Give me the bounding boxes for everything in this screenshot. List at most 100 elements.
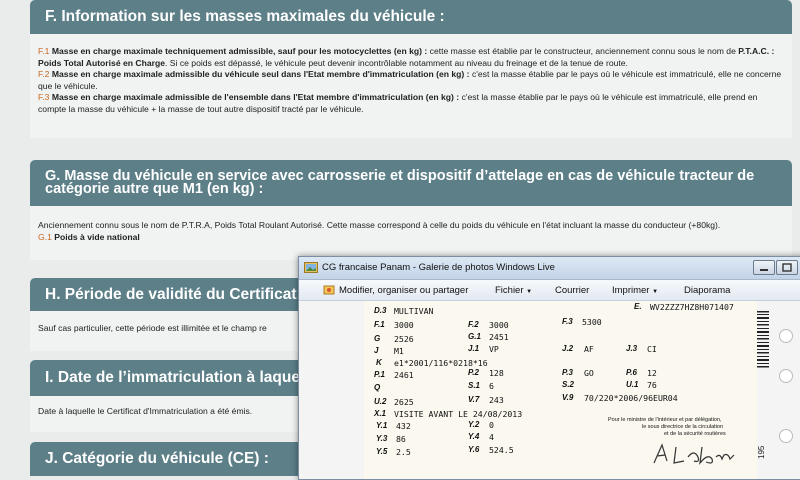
code-f2: F.2	[38, 69, 50, 79]
registration-card-photo: D.3 MULTIVAN E. WV2ZZZ7HZ8H071407 F.1 30…	[364, 301, 757, 479]
card-label-v7: V.7	[468, 395, 480, 404]
card-label-g: G	[374, 334, 381, 343]
section-f-body: F.1 Masse en charge maximale techniqueme…	[30, 34, 792, 138]
prefet-line-3: et de la sécurité routières	[664, 431, 726, 437]
card-label-e: E.	[634, 302, 642, 311]
menu-print-label: Imprimer	[612, 285, 650, 296]
binder-hole	[779, 429, 793, 443]
card-label-s1: S.1	[468, 381, 481, 390]
window-titlebar[interactable]: CG francaise Panam - Galerie de photos W…	[299, 257, 800, 280]
card-value-p1: 2461	[394, 370, 414, 380]
card-value-y5: 2.5	[396, 447, 411, 457]
minimize-button[interactable]	[753, 260, 775, 275]
card-value-p2: 128	[489, 368, 504, 378]
card-label-u2: U.2	[374, 397, 387, 406]
card-label-u1: U.1	[626, 380, 639, 389]
barcode	[757, 311, 769, 376]
card-value-p6: 12	[647, 368, 657, 378]
section-j-title: J. Catégorie du véhicule (CE) :	[45, 450, 269, 467]
card-label-p6: P.6	[626, 368, 637, 377]
photo-gallery-icon	[304, 261, 318, 274]
maximize-button[interactable]	[776, 260, 798, 275]
f2-label: Masse en charge maximale admissible du v…	[51, 69, 470, 79]
menu-email[interactable]: Courrier	[555, 285, 589, 296]
binder-hole	[779, 369, 793, 383]
card-label-f1: F.1	[374, 320, 385, 329]
card-value-y6: 524.5	[489, 445, 514, 455]
card-value-x1: VISITE AVANT LE 24/08/2013	[394, 409, 523, 419]
h-text: Sauf cas particulier, cette période est …	[38, 323, 267, 333]
card-value-j1: VP	[489, 344, 499, 354]
section-f-header: F. Information sur les masses maximales …	[30, 0, 792, 34]
card-value-f1: 3000	[394, 320, 414, 330]
section-f-title: F. Information sur les masses maximales …	[45, 8, 445, 25]
chevron-down-icon: ▼	[652, 289, 659, 295]
menu-slideshow[interactable]: Diaporama	[684, 285, 730, 296]
chevron-down-icon: ▼	[526, 289, 533, 295]
card-label-j3: J.3	[626, 344, 638, 353]
card-value-f2: 3000	[489, 320, 509, 330]
card-value-u2: 2625	[394, 397, 414, 407]
card-label-d3: D.3	[374, 306, 387, 315]
card-label-v9: V.9	[562, 393, 574, 402]
card-value-y3: 86	[396, 434, 406, 444]
menu-edit-organize-share[interactable]: Modifier, organiser ou partager	[339, 285, 468, 296]
card-label-f2: F.2	[468, 320, 479, 329]
card-label-y4: Y.4	[468, 432, 480, 441]
card-value-p3: GO	[584, 368, 594, 378]
card-value-y2: 0	[489, 420, 494, 430]
card-value-v7: 243	[489, 395, 504, 405]
card-value-u1: 76	[647, 380, 657, 390]
section-g-title: G. Masse du véhicule en service avec car…	[45, 168, 755, 197]
f1-text: cette masse est établie par le construct…	[429, 46, 736, 56]
prefet-line-2: le sous directrice de la circulation	[642, 424, 724, 430]
window-menubar: Modifier, organiser ou partager Fichier …	[299, 280, 800, 301]
menu-file-label: Fichier	[495, 285, 524, 296]
menu-print[interactable]: Imprimer ▼	[612, 285, 658, 296]
card-label-f3: F.3	[562, 317, 573, 326]
section-h-title: H. Période de validité du Certificat	[45, 286, 297, 303]
card-value-g: 2526	[394, 334, 414, 344]
card-label-q: Q	[374, 383, 381, 392]
card-value-j3: CI	[647, 344, 657, 354]
card-value-y1: 432	[396, 421, 411, 431]
card-value-g1: 2451	[489, 332, 509, 342]
card-label-p1: P.1	[374, 370, 385, 379]
card-value-s1: 6	[489, 381, 494, 391]
card-label-p3: P.3	[562, 368, 573, 377]
f1-text-2: . Si ce poids est dépassé, le véhicule p…	[165, 57, 628, 68]
card-label-y1: Y.1	[376, 421, 388, 430]
section-g: G. Masse du véhicule en service avec car…	[30, 160, 792, 260]
window-title: CG francaise Panam - Galerie de photos W…	[322, 262, 555, 273]
card-label-j: J	[374, 346, 379, 355]
code-f1: F.1	[38, 46, 50, 56]
g-text: Anciennement connu sous le nom de P.T.R.…	[38, 220, 721, 230]
card-label-j1: J.1	[468, 344, 480, 353]
code-g1: G.1	[38, 231, 52, 242]
card-side-number: 195	[757, 445, 766, 459]
card-value-f3: 5300	[582, 317, 602, 327]
card-label-y3: Y.3	[376, 434, 388, 443]
section-f: F. Information sur les masses maximales …	[30, 0, 792, 138]
card-label-k: K	[376, 358, 382, 367]
g1-label: Poids à vide national	[54, 231, 140, 242]
card-label-x1: X.1	[374, 409, 387, 418]
card-value-d3: MULTIVAN	[394, 306, 434, 316]
i-text: Date à laquelle le Certificat d'Immatric…	[38, 406, 253, 416]
card-value-v9: 70/220*2006/96EUR04	[584, 393, 678, 403]
photo-view[interactable]: D.3 MULTIVAN E. WV2ZZZ7HZ8H071407 F.1 30…	[299, 301, 800, 479]
section-g-body: Anciennement connu sous le nom de P.T.R.…	[30, 206, 792, 260]
card-value-e: WV2ZZZ7HZ8H071407	[650, 302, 734, 312]
signature	[650, 439, 740, 471]
card-label-y6: Y.6	[468, 445, 480, 454]
card-label-y5: Y.5	[376, 447, 388, 456]
binder-hole	[779, 329, 793, 343]
card-label-p2: P.2	[468, 368, 479, 377]
section-i-title: I. Date de l’immatriculation à laque	[45, 369, 300, 386]
card-value-k: e1*2001/116*0218*16	[394, 358, 488, 368]
f3-label: Masse en charge maximale admissible de l…	[51, 92, 460, 102]
card-value-j2: AF	[584, 344, 594, 354]
menu-file[interactable]: Fichier ▼	[495, 285, 532, 296]
photo-gallery-window[interactable]: CG francaise Panam - Galerie de photos W…	[298, 256, 800, 480]
card-label-s2: S.2	[562, 380, 575, 389]
